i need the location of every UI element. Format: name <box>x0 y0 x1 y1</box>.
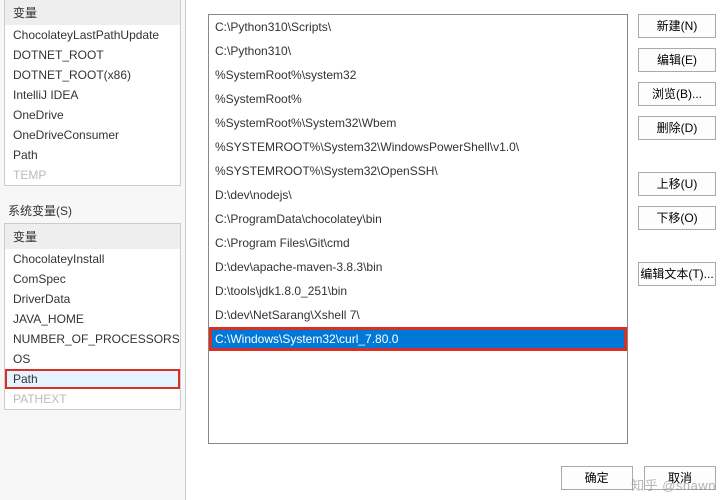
system-vars-header: 变量 <box>5 224 180 249</box>
sys-var-item[interactable]: NUMBER_OF_PROCESSORS <box>5 329 180 349</box>
path-entries-listbox[interactable]: C:\Python310\Scripts\ C:\Python310\ %Sys… <box>208 14 628 444</box>
path-entry[interactable]: D:\dev\nodejs\ <box>209 183 627 207</box>
env-vars-left-panel: 变量 ChocolateyLastPathUpdate DOTNET_ROOT … <box>0 0 186 500</box>
user-var-item[interactable]: OneDriveConsumer <box>5 125 180 145</box>
user-var-item[interactable]: Path <box>5 145 180 165</box>
path-entry[interactable]: %SystemRoot%\System32\Wbem <box>209 111 627 135</box>
path-entry[interactable]: D:\tools\jdk1.8.0_251\bin <box>209 279 627 303</box>
sys-var-item[interactable]: PATHEXT <box>5 389 180 409</box>
path-entry[interactable]: C:\ProgramData\chocolatey\bin <box>209 207 627 231</box>
user-vars-header: 变量 <box>5 0 180 25</box>
sys-var-item[interactable]: OS <box>5 349 180 369</box>
user-var-item[interactable]: DOTNET_ROOT(x86) <box>5 65 180 85</box>
user-var-item[interactable]: ChocolateyLastPathUpdate <box>5 25 180 45</box>
path-entry[interactable]: C:\Python310\ <box>209 39 627 63</box>
user-var-item[interactable]: OneDrive <box>5 105 180 125</box>
sys-var-item[interactable]: DriverData <box>5 289 180 309</box>
move-down-button[interactable]: 下移(O) <box>638 206 716 230</box>
edit-text-button[interactable]: 编辑文本(T)... <box>638 262 716 286</box>
path-entry[interactable]: %SystemRoot%\system32 <box>209 63 627 87</box>
sys-var-item[interactable]: JAVA_HOME <box>5 309 180 329</box>
user-vars-list: 变量 ChocolateyLastPathUpdate DOTNET_ROOT … <box>4 0 181 186</box>
cancel-button[interactable]: 取消 <box>644 466 716 490</box>
delete-button[interactable]: 删除(D) <box>638 116 716 140</box>
ok-button[interactable]: 确定 <box>561 466 633 490</box>
path-entry[interactable]: C:\Python310\Scripts\ <box>209 15 627 39</box>
user-var-item[interactable]: IntelliJ IDEA <box>5 85 180 105</box>
system-vars-label: 系统变量(S) <box>0 194 185 223</box>
user-var-item[interactable]: TEMP <box>5 165 180 185</box>
new-button[interactable]: 新建(N) <box>638 14 716 38</box>
path-entry[interactable]: %SYSTEMROOT%\System32\OpenSSH\ <box>209 159 627 183</box>
path-entry[interactable]: D:\dev\NetSarang\Xshell 7\ <box>209 303 627 327</box>
edit-button[interactable]: 编辑(E) <box>638 48 716 72</box>
action-button-column: 新建(N) 编辑(E) 浏览(B)... 删除(D) 上移(U) 下移(O) 编… <box>638 14 716 296</box>
sys-var-item[interactable]: ChocolateyInstall <box>5 249 180 269</box>
user-var-item[interactable]: DOTNET_ROOT <box>5 45 180 65</box>
path-entry[interactable]: %SYSTEMROOT%\System32\WindowsPowerShell\… <box>209 135 627 159</box>
path-entry-selected[interactable]: C:\Windows\System32\curl_7.80.0 <box>209 327 627 351</box>
browse-button[interactable]: 浏览(B)... <box>638 82 716 106</box>
move-up-button[interactable]: 上移(U) <box>638 172 716 196</box>
dialog-bottom-buttons: 确定 取消 <box>553 466 716 490</box>
path-entry[interactable]: C:\Program Files\Git\cmd <box>209 231 627 255</box>
sys-var-item-path[interactable]: Path <box>5 369 180 389</box>
path-entry[interactable]: D:\dev\apache-maven-3.8.3\bin <box>209 255 627 279</box>
path-entry[interactable]: %SystemRoot% <box>209 87 627 111</box>
system-vars-list: 变量 ChocolateyInstall ComSpec DriverData … <box>4 223 181 410</box>
sys-var-item[interactable]: ComSpec <box>5 269 180 289</box>
